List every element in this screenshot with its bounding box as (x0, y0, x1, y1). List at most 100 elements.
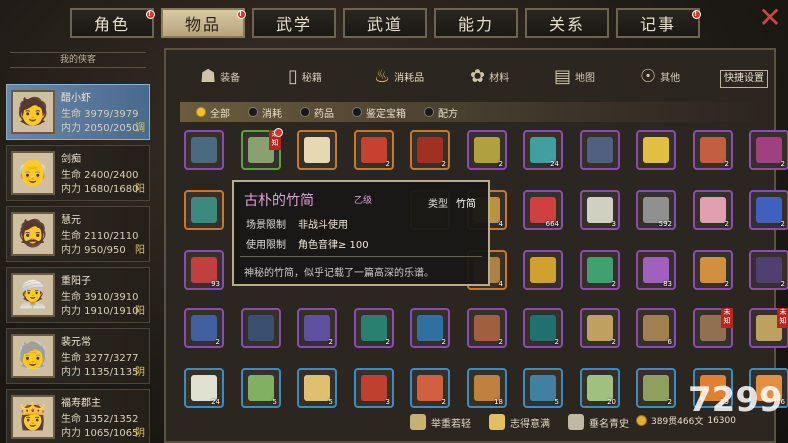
item-slot[interactable]: 未知 (241, 128, 283, 170)
tooltip-description: 神秘的竹简，似乎记载了一篇高深的乐谱。 (244, 268, 434, 279)
category-tab-4[interactable]: ▤ 地图 (554, 60, 595, 92)
item-slot[interactable] (184, 130, 224, 170)
category-tab-5[interactable]: ☉ 其他 (640, 60, 680, 92)
close-icon[interactable]: ✕ (758, 4, 782, 32)
tooltip-divider (240, 256, 482, 257)
radio-icon (196, 107, 206, 117)
item-slot[interactable]: 2 (354, 308, 394, 348)
item-slot[interactable]: 24 (523, 130, 563, 170)
filter-label: 鉴定宝箱 (366, 108, 406, 120)
item-slot[interactable]: 6 (636, 308, 676, 348)
filter-option[interactable]: 全部 (196, 105, 230, 120)
item-count: 2 (780, 220, 785, 228)
map-icon: ▤ (554, 65, 572, 87)
filter-option[interactable]: 药品 (300, 105, 334, 120)
item-slot[interactable] (184, 190, 224, 230)
item-count: 83 (663, 280, 672, 288)
top-tab-label: 记事 (639, 15, 676, 34)
item-icon (700, 257, 726, 283)
item-slot[interactable]: 664 (523, 190, 563, 230)
avatar: 🧔 (11, 212, 55, 256)
item-slot[interactable]: 2 (580, 308, 620, 348)
item-slot[interactable] (580, 130, 620, 170)
item-slot[interactable]: 2 (693, 190, 733, 230)
character-mp: 内力 950/950 (61, 245, 126, 256)
avatar: 👳 (11, 273, 55, 317)
character-card[interactable]: 🧓 裴元常 生命 3277/3277 内力 1135/1135 阴 (6, 328, 150, 384)
item-count: 4 (498, 280, 503, 288)
item-icon (643, 315, 669, 341)
item-icon (191, 197, 217, 223)
top-tab-4[interactable]: 能力 (434, 8, 518, 38)
filter-option[interactable]: 消耗 (248, 105, 282, 120)
item-slot[interactable]: 2 (297, 308, 337, 348)
character-card[interactable]: 🧑 醋小虾 生命 3979/3979 内力 2050/2050 调 (6, 84, 150, 140)
top-tab-6[interactable]: 记事! (616, 8, 701, 38)
category-tab-1[interactable]: ▯ 秘籍 (288, 60, 322, 92)
item-slot[interactable] (297, 130, 337, 170)
item-slot[interactable]: 2 (693, 130, 733, 170)
category-tab-0[interactable]: ☗ 装备 (200, 60, 240, 92)
character-card[interactable]: 👸 福寿郡主 生命 1352/1352 内力 1065/1065 阴 (6, 389, 150, 443)
radio-icon (424, 107, 434, 117)
category-tab-3[interactable]: ✿ 材料 (470, 60, 509, 92)
character-card[interactable]: 👳 重阳子 生命 3910/3910 内力 1910/1910 阳 (6, 267, 150, 323)
character-name: 剑痴 (61, 154, 81, 165)
top-tab-label: 角色 (93, 15, 130, 34)
category-tab-2[interactable]: ♨ 消耗品 (374, 60, 424, 92)
item-slot[interactable]: 2 (410, 308, 450, 348)
filter-option[interactable]: 鉴定宝箱 (352, 105, 406, 120)
item-slot[interactable] (241, 308, 281, 348)
item-slot[interactable]: 未知 (749, 308, 788, 348)
top-tab-1[interactable]: 物品! (161, 8, 246, 38)
filter-option[interactable]: 配方 (424, 105, 458, 120)
unknown-tag: 未知 (777, 308, 788, 328)
item-slot[interactable]: 5 (241, 368, 281, 408)
item-slot[interactable]: 20 (580, 368, 620, 408)
item-slot[interactable]: 2 (693, 250, 733, 290)
item-slot[interactable]: 5 (297, 368, 337, 408)
misc-icon: ☉ (640, 65, 657, 87)
weight-icon (410, 414, 426, 430)
armor-icon: ☗ (200, 65, 217, 87)
item-slot[interactable]: 83 (636, 250, 676, 290)
item-slot[interactable]: 18 (467, 368, 507, 408)
character-card[interactable]: 👴 剑痴 生命 2400/2400 内力 1680/1680 阳 (6, 145, 150, 201)
quick-settings-button[interactable]: 快捷设置 (720, 70, 768, 88)
top-tab-0[interactable]: 角色! (70, 8, 155, 38)
item-slot[interactable] (523, 250, 563, 290)
item-count: 2 (215, 338, 220, 346)
item-slot[interactable]: 2 (467, 130, 507, 170)
character-hp: 生命 1352/1352 (61, 414, 139, 425)
item-slot[interactable]: 93 (184, 250, 224, 290)
top-tab-2[interactable]: 武学 (252, 8, 336, 38)
status-item[interactable]: 垂名青史 (568, 414, 629, 430)
item-slot[interactable]: 2 (410, 130, 450, 170)
item-icon (530, 315, 556, 341)
item-count: 24 (550, 160, 559, 168)
item-slot[interactable]: 2 (749, 250, 788, 290)
item-slot[interactable]: 2 (580, 250, 620, 290)
item-slot[interactable]: 2 (749, 130, 788, 170)
item-slot[interactable]: 592 (636, 190, 676, 230)
herb-icon: ✿ (470, 65, 486, 87)
top-tab-3[interactable]: 武道 (343, 8, 427, 38)
item-slot[interactable]: 2 (410, 368, 450, 408)
item-slot[interactable]: 2 (467, 308, 507, 348)
item-slot[interactable]: 24 (184, 368, 224, 408)
item-slot[interactable]: 2 (354, 130, 394, 170)
item-slot[interactable]: 2 (184, 308, 224, 348)
item-slot[interactable]: 2 (636, 368, 676, 408)
item-slot[interactable]: 3 (580, 190, 620, 230)
top-tab-5[interactable]: 关系 (525, 8, 609, 38)
item-slot[interactable]: 5 (523, 368, 563, 408)
item-slot[interactable] (636, 130, 676, 170)
item-slot[interactable]: 未知 (693, 308, 733, 348)
status-item[interactable]: 志得意满 (489, 414, 550, 430)
character-card[interactable]: 🧔 慧元 生命 2110/2110 内力 950/950 阳 (6, 206, 150, 262)
item-slot[interactable]: 3 (354, 368, 394, 408)
radio-icon (248, 107, 258, 117)
item-slot[interactable]: 2 (749, 190, 788, 230)
item-slot[interactable]: 2 (523, 308, 563, 348)
status-item[interactable]: 举重若轻 (410, 414, 471, 430)
